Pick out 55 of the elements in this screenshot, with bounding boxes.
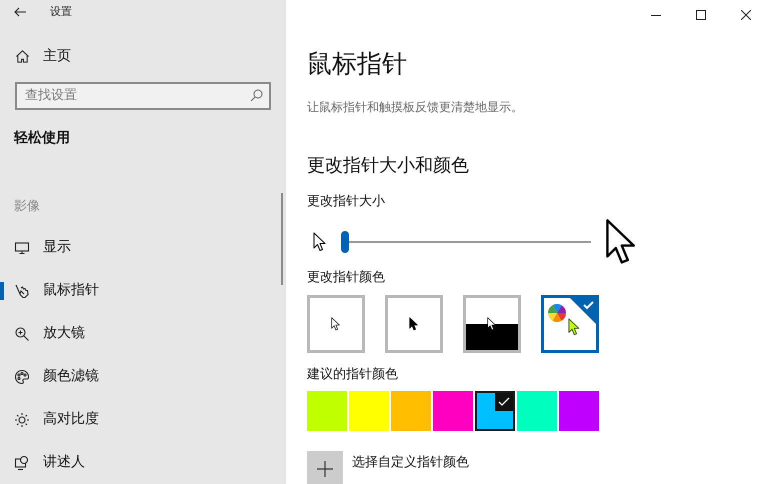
- color-label: 更改指针颜色: [307, 268, 386, 286]
- cursor-icon: [409, 317, 419, 331]
- add-color-button[interactable]: [307, 450, 343, 484]
- page-description: 让鼠标指针和触摸板反馈更清楚地显示。: [307, 99, 524, 116]
- pointer-color-option[interactable]: [307, 295, 365, 353]
- category-title: 轻松使用: [12, 128, 71, 148]
- color-wheel-icon: [548, 304, 566, 322]
- cursor-icon: [568, 318, 580, 336]
- large-cursor-icon: [605, 218, 636, 266]
- close-icon: [740, 10, 750, 20]
- color-swatch[interactable]: [433, 390, 473, 430]
- back-arrow-icon: [14, 6, 27, 17]
- cursor-icon: [331, 317, 341, 331]
- monitor-icon: [14, 240, 30, 256]
- color-swatch[interactable]: [559, 390, 599, 430]
- plus-icon: [317, 460, 333, 476]
- zoom-in-icon: [14, 326, 30, 342]
- sun-icon: [14, 412, 30, 428]
- hand-pointer-icon: [14, 282, 30, 298]
- search-field[interactable]: 查找设置: [15, 82, 271, 110]
- color-swatch[interactable]: [475, 390, 515, 430]
- section-label: 影像: [13, 198, 41, 216]
- pointer-color-option[interactable]: [463, 295, 521, 353]
- nav-item[interactable]: 显示: [0, 226, 286, 269]
- color-swatch[interactable]: [391, 390, 431, 430]
- nav-item[interactable]: 鼠标指针: [0, 269, 286, 312]
- suggested-label: 建议的指针颜色: [307, 366, 399, 384]
- cursor-icon: [487, 317, 497, 331]
- home-item[interactable]: 主页: [0, 44, 286, 70]
- size-slider[interactable]: [341, 230, 591, 252]
- nav-item[interactable]: 讲述人: [0, 441, 286, 484]
- nav-item[interactable]: 高对比度: [0, 398, 286, 441]
- back-button[interactable]: [14, 4, 28, 19]
- narrator-icon: [14, 454, 30, 470]
- size-label: 更改指针大小: [307, 193, 386, 211]
- color-swatch[interactable]: [349, 390, 389, 430]
- window-title: 设置: [50, 4, 72, 20]
- page-title: 鼠标指针: [307, 48, 408, 80]
- custom-color-label: 选择自定义指针颜色: [352, 454, 469, 472]
- home-icon: [15, 49, 30, 64]
- nav-item[interactable]: 放大镜: [0, 312, 286, 355]
- checkmark-icon: [570, 298, 596, 324]
- search-icon: [250, 88, 263, 102]
- pointer-color-option[interactable]: [541, 295, 599, 353]
- checkmark-icon: [495, 392, 513, 410]
- color-swatch[interactable]: [307, 390, 347, 430]
- small-cursor-icon: [313, 232, 326, 252]
- maximize-icon: [696, 10, 706, 20]
- minimize-icon: [650, 14, 660, 16]
- palette-icon: [14, 368, 30, 384]
- section-heading: 更改指针大小和颜色: [307, 154, 470, 178]
- nav-item[interactable]: 颜色滤镜: [0, 355, 286, 398]
- color-swatch[interactable]: [517, 390, 557, 430]
- pointer-color-option[interactable]: [385, 295, 443, 353]
- slider-thumb[interactable]: [341, 230, 349, 252]
